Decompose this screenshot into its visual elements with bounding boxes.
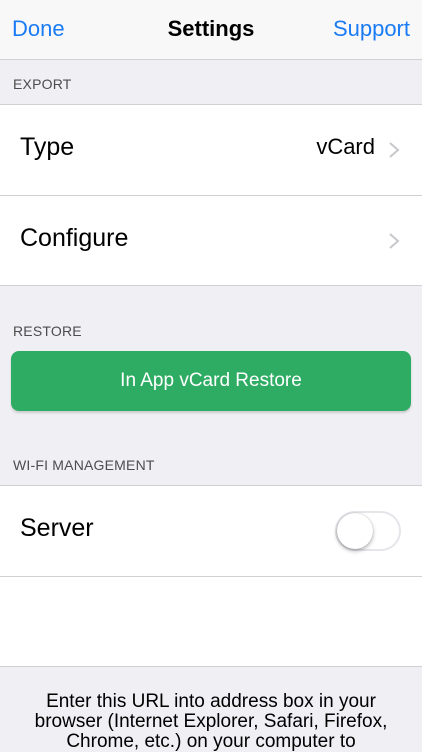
server-label: Server <box>20 514 94 542</box>
configure-label: Configure <box>20 224 129 252</box>
chevron-right-icon <box>389 142 400 158</box>
toggle-knob <box>337 513 373 549</box>
server-toggle[interactable] <box>335 511 401 551</box>
in-app-vcard-restore-button[interactable]: In App vCard Restore <box>11 351 411 411</box>
navigation-bar: Done Settings Support <box>0 0 422 60</box>
type-label: Type <box>20 133 75 161</box>
wifi-group: Server <box>0 485 422 667</box>
export-group: Type vCard Configure <box>0 104 422 286</box>
wifi-section-header: WI-FI MANAGEMENT <box>13 457 155 473</box>
server-instructions-text: Enter this URL into address box in your … <box>34 691 388 752</box>
restore-section-header: RESTORE <box>13 323 82 339</box>
server-row: Server <box>0 486 422 576</box>
export-section-header: EXPORT <box>13 76 72 92</box>
type-value: vCard <box>316 134 375 159</box>
done-button[interactable]: Done <box>12 16 65 42</box>
type-row[interactable]: Type vCard <box>0 105 422 195</box>
support-button[interactable]: Support <box>333 16 410 42</box>
chevron-right-icon <box>389 233 400 249</box>
configure-row[interactable]: Configure <box>0 196 422 286</box>
url-row <box>0 577 422 667</box>
